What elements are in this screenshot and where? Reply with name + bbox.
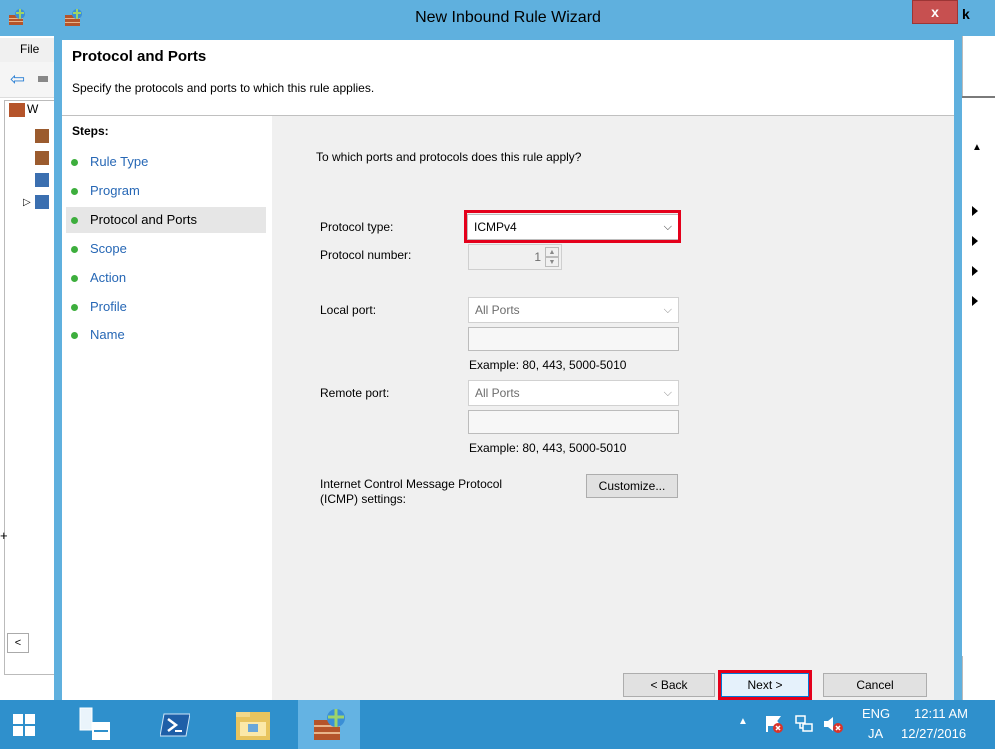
step-profile[interactable]: Profile (66, 294, 266, 320)
step-bullet-icon (71, 246, 78, 253)
next-button-highlight (718, 670, 812, 700)
menu-file[interactable]: File (20, 42, 39, 56)
tree-outbound-icon[interactable] (35, 151, 49, 165)
language-indicator[interactable]: ENG (862, 706, 890, 721)
actions-panel: ▲ (962, 96, 995, 656)
local-port-input[interactable] (468, 327, 679, 351)
step-bullet-icon (71, 188, 78, 195)
background-toolbar: ⇦ (0, 62, 60, 98)
scroll-left-button[interactable]: < (7, 633, 29, 653)
tree-inbound-icon[interactable] (35, 129, 49, 143)
show-hidden-icons-icon[interactable]: ▲ (738, 716, 748, 727)
step-bullet-icon (71, 217, 78, 224)
protocol-number-stepper[interactable]: 1 ▲ ▼ (468, 244, 562, 270)
action-arrow-icon[interactable] (972, 206, 978, 216)
local-port-label: Local port: (320, 303, 377, 317)
remote-port-select[interactable]: All Ports ⌵ (468, 380, 679, 406)
step-bullet-icon (71, 304, 78, 311)
back-arrow-icon[interactable]: ⇦ (10, 70, 25, 88)
step-label: Protocol and Ports (90, 212, 197, 227)
page-title: Protocol and Ports (72, 48, 207, 65)
step-name[interactable]: Name (66, 322, 266, 348)
step-rule-type[interactable]: Rule Type (66, 149, 266, 175)
taskbar: ▲ ENG JA 12:11 AM 12/27/2016 (0, 700, 995, 749)
back-button[interactable]: < Back (623, 673, 715, 697)
action-arrow-icon[interactable] (972, 236, 978, 246)
page-description: Specify the protocols and ports to which… (72, 81, 375, 95)
windows-logo-icon (13, 714, 35, 736)
taskbar-server-manager[interactable] (64, 700, 126, 749)
tree-firewall-icon (9, 103, 25, 117)
volume-muted-icon[interactable] (822, 714, 844, 734)
ime-indicator[interactable]: JA (868, 726, 883, 741)
stepper-up-icon[interactable]: ▲ (545, 247, 559, 257)
step-label: Name (90, 327, 125, 342)
action-center-flag-icon[interactable] (764, 714, 784, 734)
taskbar-file-explorer[interactable] (222, 700, 284, 749)
cancel-button[interactable]: Cancel (823, 673, 927, 697)
chevron-down-icon: ⌵ (663, 387, 672, 399)
remote-port-value: All Ports (475, 386, 520, 400)
step-label: Rule Type (90, 154, 149, 169)
question-text: To which ports and protocols does this r… (316, 150, 582, 164)
local-port-value: All Ports (475, 303, 520, 317)
folder-icon (236, 712, 270, 740)
step-bullet-icon (71, 332, 78, 339)
step-bullet-icon (71, 275, 78, 282)
step-scope[interactable]: Scope (66, 236, 266, 262)
start-button[interactable] (0, 700, 48, 749)
firewall-icon (314, 709, 345, 740)
content-pane (272, 116, 954, 700)
local-port-select[interactable]: All Ports ⌵ (468, 297, 679, 323)
remote-port-example: Example: 80, 443, 5000-5010 (469, 441, 627, 455)
customize-button[interactable]: Customize... (586, 474, 678, 498)
clock-time[interactable]: 12:11 AM (914, 706, 968, 721)
step-label: Action (90, 270, 127, 285)
icmp-settings-label-2: (ICMP) settings: (320, 492, 407, 506)
step-label: Program (90, 183, 140, 198)
steps-title: Steps: (72, 124, 109, 138)
powershell-icon (160, 713, 190, 737)
tree-security-icon[interactable] (35, 173, 49, 187)
protocol-type-highlight (464, 210, 681, 243)
step-bullet-icon (71, 159, 78, 166)
tree-expand-icon[interactable]: ▷ (23, 197, 31, 208)
remote-port-input[interactable] (468, 410, 679, 434)
protocol-type-label: Protocol type: (320, 220, 394, 234)
tree-monitoring-icon[interactable] (35, 195, 49, 209)
close-button[interactable]: x (912, 0, 958, 24)
protocol-number-label: Protocol number: (320, 248, 412, 262)
network-icon[interactable] (794, 714, 814, 734)
local-port-example: Example: 80, 443, 5000-5010 (469, 358, 627, 372)
toolbar-icon[interactable] (38, 76, 48, 82)
icmp-settings-label: Internet Control Message Protocol (320, 477, 503, 491)
step-label: Profile (90, 299, 127, 314)
step-protocol-and-ports[interactable]: Protocol and Ports (66, 207, 266, 233)
background-menubar: File (0, 38, 60, 62)
step-action[interactable]: Action (66, 265, 266, 291)
server-manager-icon (79, 707, 110, 740)
chevron-down-icon: ⌵ (663, 304, 672, 316)
action-arrow-icon[interactable] (972, 266, 978, 276)
collapse-up-icon[interactable]: ▲ (972, 142, 982, 153)
tree-item-label[interactable]: W (27, 102, 38, 116)
stepper-down-icon[interactable]: ▼ (545, 257, 559, 267)
step-label: Scope (90, 241, 127, 256)
remote-port-label: Remote port: (320, 386, 390, 400)
background-close-glyph[interactable]: k (962, 6, 970, 22)
action-arrow-icon[interactable] (972, 296, 978, 306)
dialog-title: New Inbound Rule Wizard (415, 9, 601, 26)
taskbar-firewall[interactable] (298, 700, 360, 749)
resize-cursor-glyph: + (0, 528, 8, 543)
clock-date[interactable]: 12/27/2016 (901, 726, 966, 741)
taskbar-powershell[interactable] (144, 700, 206, 749)
background-tree-pane: W ▷ < (4, 100, 60, 675)
step-program[interactable]: Program (66, 178, 266, 204)
firewall-icon (8, 8, 26, 26)
protocol-number-value: 1 (534, 250, 541, 264)
